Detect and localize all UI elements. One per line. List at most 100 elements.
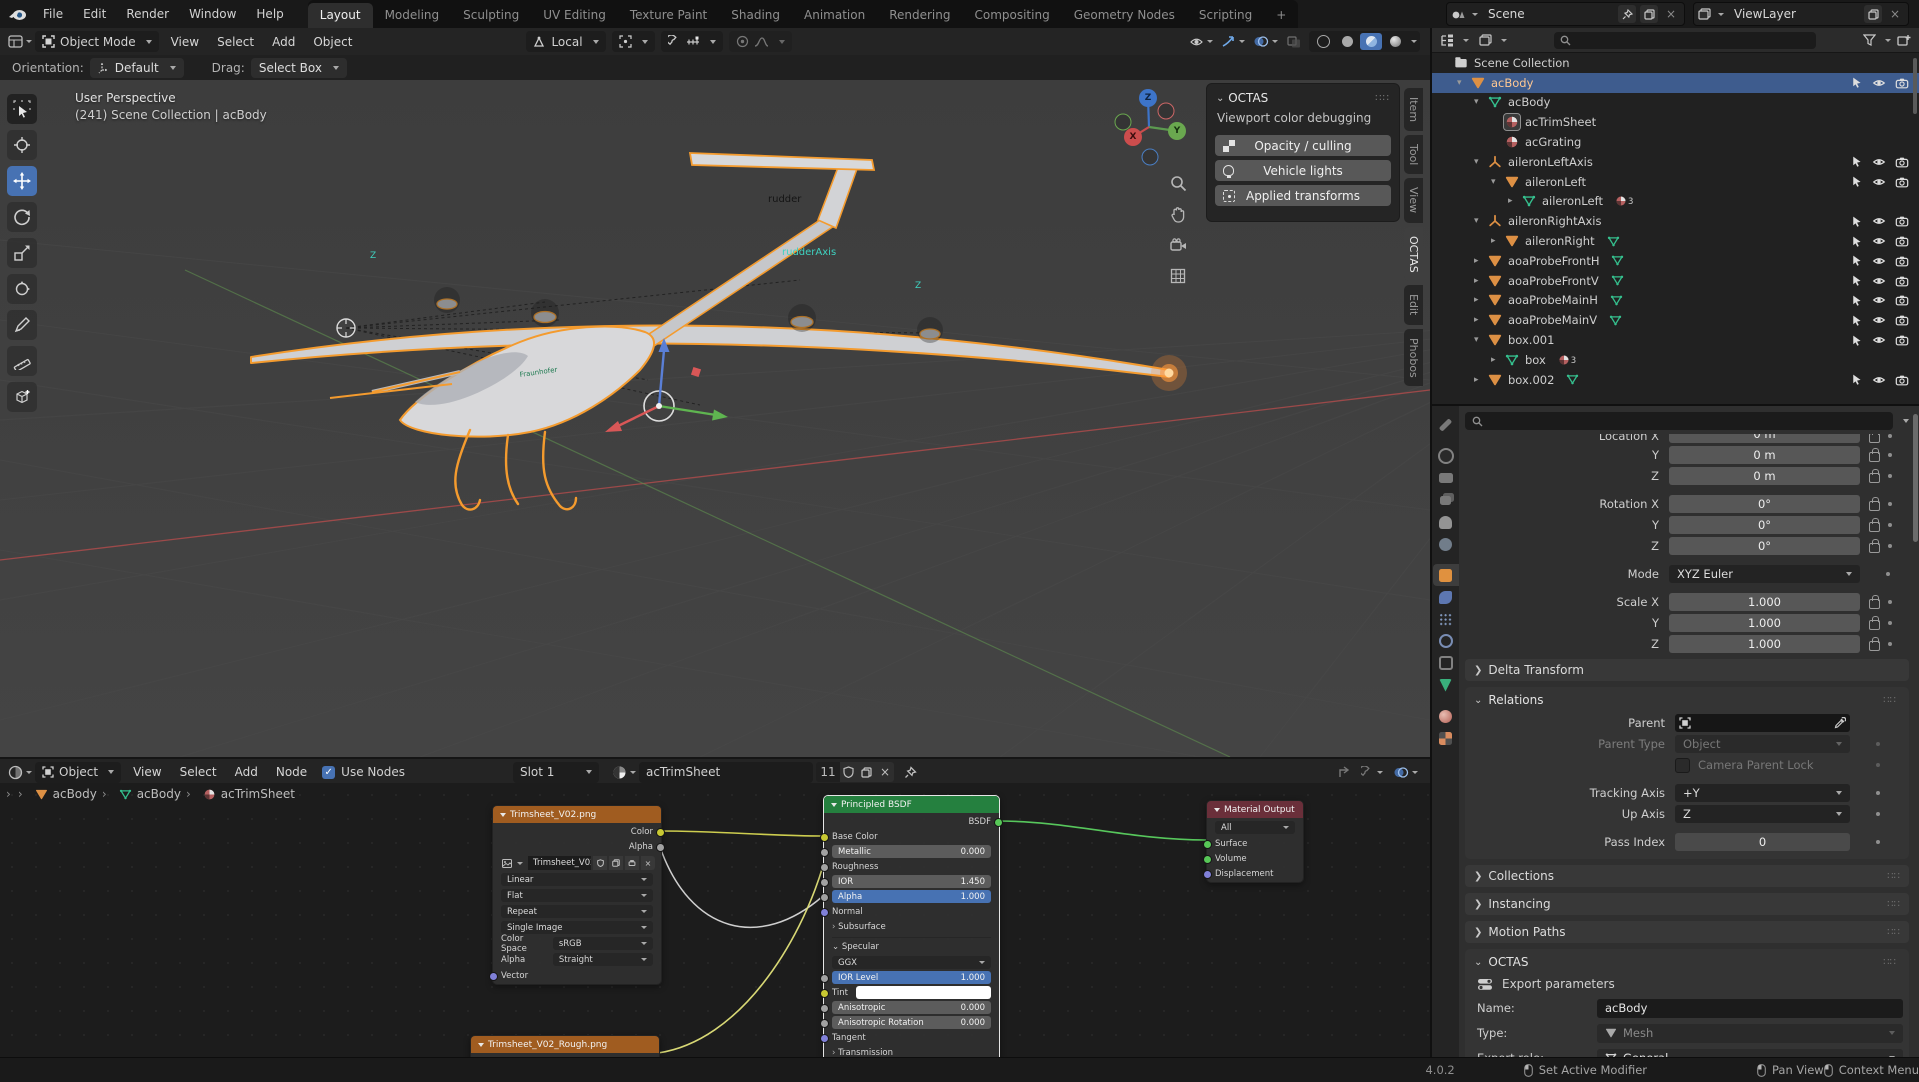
node-row[interactable]: IOR IOR1.450 IOR	[832, 875, 991, 888]
value-field[interactable]: 0 m	[1669, 434, 1860, 443]
plane-handle[interactable]	[691, 367, 701, 377]
animate-dot[interactable]	[1876, 812, 1880, 816]
hide-eye-icon[interactable]	[1872, 156, 1886, 168]
lock-icon[interactable]	[1869, 522, 1880, 532]
input-socket[interactable]	[820, 1034, 829, 1043]
scene-icon[interactable]	[1451, 8, 1465, 20]
pass-index-field[interactable]: 0	[1675, 833, 1850, 851]
properties-tab[interactable]	[1433, 533, 1459, 555]
principled-bsdf-node[interactable]: Principled BSDF BSDF Base Color Base Col…	[823, 795, 1000, 1057]
mode-dropdown[interactable]: Object Mode	[35, 31, 159, 52]
viewlayer-icon[interactable]	[1698, 8, 1711, 20]
disable-render-camera-icon[interactable]	[1895, 77, 1909, 89]
expander-icon[interactable]	[1474, 295, 1487, 305]
outliner-row[interactable]: box 3	[1432, 350, 1919, 370]
measure-tool[interactable]	[7, 346, 37, 376]
hide-eye-icon[interactable]	[1872, 77, 1886, 89]
extension-dropdown[interactable]: Repeat	[501, 905, 653, 918]
animate-dot[interactable]	[1876, 791, 1880, 795]
sidebar-tab[interactable]: Item	[1404, 88, 1423, 131]
selectable-cursor-icon[interactable]	[1850, 254, 1863, 267]
expander-icon[interactable]	[1474, 256, 1487, 266]
image-texture-node[interactable]: Trimsheet_V02.png Color Alpha Trimsheet_…	[492, 805, 662, 985]
value-field[interactable]: 0°	[1669, 537, 1860, 555]
lock-icon[interactable]	[1869, 599, 1880, 609]
cursor-tool[interactable]	[7, 130, 37, 160]
properties-tab[interactable]	[1433, 705, 1459, 727]
axis-z-ball[interactable]: Z	[1139, 89, 1157, 107]
workspace-tab[interactable]: Texture Paint	[618, 3, 719, 28]
unlink-material-icon[interactable]: ×	[876, 762, 894, 782]
node-row[interactable]: Volume	[1215, 852, 1295, 865]
disable-render-camera-icon[interactable]	[1895, 156, 1909, 168]
viewport-3d[interactable]: Fraunhofer rudder rudderAxis	[0, 80, 1430, 757]
show-gizmo-icon[interactable]	[1189, 36, 1204, 48]
axis-x-neg-ball[interactable]	[1158, 103, 1175, 120]
hide-eye-icon[interactable]	[1872, 374, 1886, 386]
properties-tab[interactable]	[1433, 564, 1459, 586]
scene-name[interactable]: Scene	[1482, 7, 1614, 21]
octas-panel-button[interactable]: Opacity / culling	[1215, 135, 1391, 156]
outliner-row[interactable]: acBody	[1432, 93, 1919, 113]
drag-handle-icon[interactable]: ∷∷	[1375, 93, 1390, 104]
source-dropdown[interactable]: Single Image	[501, 921, 653, 934]
workspace-tab[interactable]: Layout	[308, 3, 373, 28]
properties-tab[interactable]	[1433, 414, 1459, 436]
rough-image-node[interactable]: Trimsheet_V02_Rough.png Color	[470, 1035, 660, 1057]
pan-hand-icon[interactable]	[1167, 203, 1189, 225]
axis-y-ball[interactable]: Y	[1168, 122, 1186, 140]
export-role-dropdown[interactable]: General	[1597, 1049, 1903, 1058]
chevron-down-icon[interactable]	[1272, 40, 1278, 43]
node-row[interactable]: Tint Tint Tint	[832, 986, 991, 999]
node-header[interactable]: Trimsheet_V02_Rough.png	[471, 1036, 659, 1053]
transform-tool[interactable]	[7, 274, 37, 304]
node-row[interactable]: Base Color Base Color Base Color	[832, 830, 991, 843]
chevron-down-icon[interactable]	[1718, 13, 1724, 16]
transform-orientation-dropdown[interactable]: Local	[526, 31, 605, 52]
disable-render-camera-icon[interactable]	[1895, 374, 1909, 386]
input-socket[interactable]	[820, 989, 829, 998]
eyedropper-icon[interactable]	[1834, 717, 1846, 729]
drag-handle-icon[interactable]: ∷∷	[1883, 957, 1896, 968]
hide-eye-icon[interactable]	[1872, 255, 1886, 267]
chevron-down-icon[interactable]	[26, 40, 32, 43]
node-row[interactable]: IOR Level IOR Level1.000 IOR Level	[832, 971, 991, 984]
outliner-scrollbar[interactable]	[1913, 58, 1917, 114]
pack-image-icon[interactable]	[625, 856, 639, 870]
expander-icon[interactable]	[1474, 335, 1487, 345]
hide-eye-icon[interactable]	[1872, 275, 1886, 287]
value-field[interactable]: 0 m	[1669, 446, 1860, 464]
gizmos-toggle-icon[interactable]	[1221, 35, 1236, 48]
selectable-cursor-icon[interactable]	[1850, 334, 1863, 347]
chevron-down-icon[interactable]	[1412, 771, 1418, 774]
expander-icon[interactable]	[1491, 355, 1504, 365]
lock-icon[interactable]	[1869, 452, 1880, 462]
selectable-cursor-icon[interactable]	[1850, 76, 1863, 89]
selectable-cursor-icon[interactable]	[1850, 274, 1863, 287]
ortho-grid-icon[interactable]	[1167, 265, 1189, 287]
annotate-tool[interactable]	[7, 310, 37, 340]
node-row[interactable]: Roughness Roughness Roughness	[832, 860, 991, 873]
chevron-down-icon[interactable]	[1377, 771, 1383, 774]
shader-menu-item[interactable]: Add	[226, 765, 267, 779]
go-to-parent-icon[interactable]	[1338, 766, 1352, 779]
shader-menu-item[interactable]: Node	[267, 765, 316, 779]
input-socket[interactable]	[820, 1019, 829, 1028]
outliner-filter-image-icon[interactable]	[1479, 34, 1492, 46]
input-socket[interactable]	[820, 893, 829, 902]
sidebar-tab[interactable]: Phobos	[1404, 329, 1423, 387]
disable-render-camera-icon[interactable]	[1895, 275, 1909, 287]
zoom-icon[interactable]	[1167, 172, 1189, 194]
workspace-tab[interactable]: Animation	[792, 3, 877, 28]
box-select-tool[interactable]	[7, 94, 37, 124]
shader-menu-item[interactable]: Select	[171, 765, 226, 779]
new-collection-icon[interactable]	[1897, 34, 1911, 47]
material-output-node[interactable]: Material Output All Surface Volume Displ…	[1206, 800, 1304, 883]
outliner-row[interactable]: aoaProbeMainH	[1432, 291, 1919, 311]
shading-rendered-button[interactable]	[1384, 33, 1406, 50]
properties-tab[interactable]	[1433, 489, 1459, 511]
tracking-axis-dropdown[interactable]: +Y	[1675, 784, 1850, 802]
disable-render-camera-icon[interactable]	[1895, 235, 1909, 247]
target-dropdown[interactable]: All	[1215, 821, 1295, 834]
animate-dot[interactable]	[1888, 502, 1892, 506]
